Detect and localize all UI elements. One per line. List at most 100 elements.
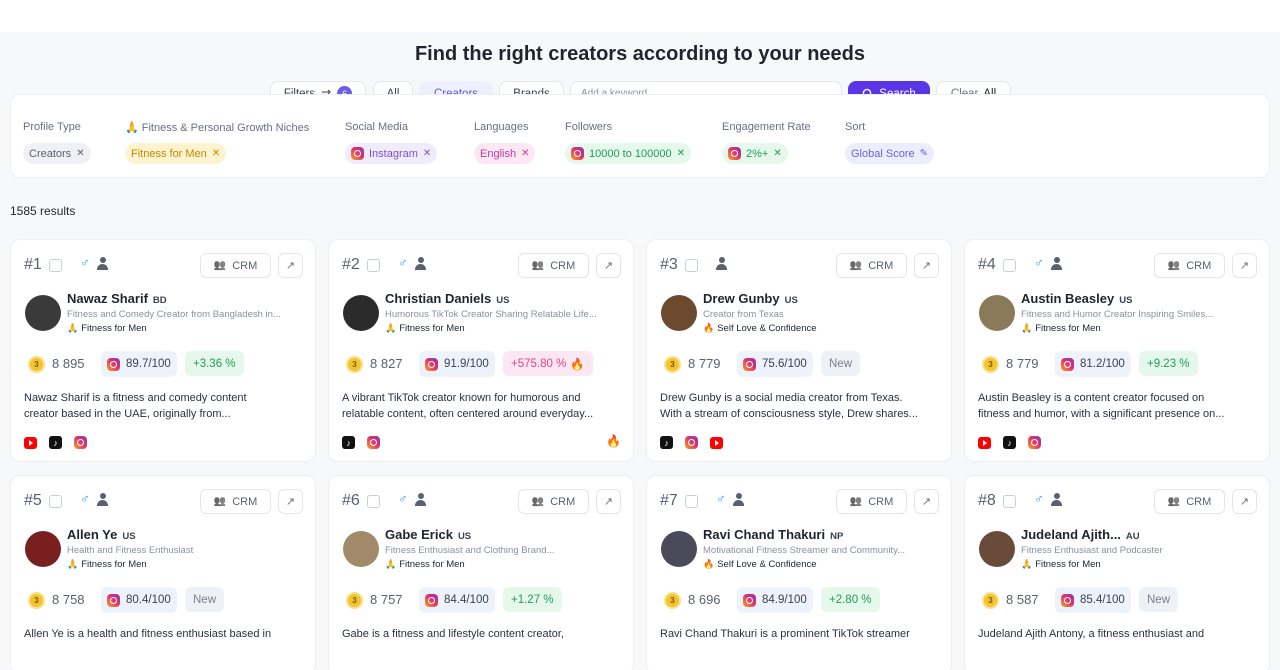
country-code: US [1119,295,1133,306]
crm-button[interactable]: 👥 CRM [1154,489,1225,514]
crm-button[interactable]: 👥 CRM [518,489,589,514]
filter-tag[interactable]: 10000 to 100000 ✕ [565,143,691,164]
creator-card[interactable]: #1 ♂ 👥 CRM ↗ Nawaz Sharif BD Fitness and Comedy… [10,239,316,462]
external-link-icon[interactable]: ↗ [1232,489,1257,514]
filter-tag[interactable]: 2%+ ✕ [722,143,788,164]
filter-tag-value: Instagram [369,147,418,160]
description-line: Judeland Ajith Antony, a fitness enthusi… [978,628,1205,640]
creator-name[interactable]: Drew Gunby US [703,291,798,306]
male-icon: ♂ [80,255,90,270]
tiktok-icon[interactable]: ♪ [1003,436,1016,449]
external-link-icon[interactable]: ↗ [278,253,303,278]
external-link-icon[interactable]: ↗ [914,253,939,278]
remove-filter-icon[interactable]: ✕ [773,148,781,159]
creator-name[interactable]: Gabe Erick US [385,527,471,542]
pencil-icon[interactable]: ✎ [920,148,928,159]
filter-label-text: Profile Type [23,121,81,133]
remove-filter-icon[interactable]: ✕ [677,148,685,159]
crm-button[interactable]: 👥 CRM [836,489,907,514]
niche-text: Fitness for Men [81,323,147,334]
creator-name[interactable]: Allen Ye US [67,527,136,542]
filter-label-text: Social Media [345,121,408,133]
avatar[interactable] [661,531,697,567]
filter-tag[interactable]: Global Score ✎ [845,143,934,164]
youtube-icon[interactable] [710,436,723,449]
tiktok-icon[interactable]: ♪ [49,436,62,449]
creator-name-text: Allen Ye [67,527,118,542]
creator-name[interactable]: Ravi Chand Thakuri NP [703,527,843,542]
score-coin-icon: 3 [346,356,363,373]
avatar[interactable] [343,531,379,567]
select-checkbox[interactable] [1003,495,1016,508]
external-link-icon[interactable]: ↗ [596,489,621,514]
creator-description: Allen Ye is a health and fitness enthusi… [24,626,306,642]
remove-filter-icon[interactable]: ✕ [521,148,529,159]
filter-tag[interactable]: Instagram ✕ [345,143,438,164]
filter-label: Languages [474,121,528,133]
niche-text: Fitness for Men [399,559,465,570]
external-link-icon[interactable]: ↗ [914,489,939,514]
global-score: 8 696 [688,592,721,607]
instagram-score-value: 85.4/100 [1080,594,1125,606]
filter-group: Social Media Instagram ✕ [345,121,438,164]
select-checkbox[interactable] [367,495,380,508]
instagram-icon[interactable] [367,436,380,449]
creator-name[interactable]: Nawaz Sharif BD [67,291,167,306]
avatar[interactable] [25,295,61,331]
crm-button[interactable]: 👥 CRM [200,253,271,278]
creator-card[interactable]: #8 ♂ 👥 CRM ↗ Judeland Ajith... AU Fitness Enthu… [964,475,1270,670]
external-link-icon[interactable]: ↗ [278,489,303,514]
crm-button[interactable]: 👥 CRM [836,253,907,278]
instagram-icon[interactable] [74,436,87,449]
crm-button[interactable]: 👥 CRM [518,253,589,278]
users-icon: 👥 [849,260,863,271]
youtube-icon[interactable] [24,436,37,449]
tiktok-icon[interactable]: ♪ [660,436,673,449]
creator-bio: Health and Fitness Enthusiast [67,545,194,556]
filter-tag[interactable]: Fitness for Men ✕ [125,143,227,164]
select-checkbox[interactable] [685,495,698,508]
creator-card[interactable]: #5 ♂ 👥 CRM ↗ Allen Ye US Health and Fitness Ent… [10,475,316,670]
avatar[interactable] [979,531,1015,567]
creator-description: Judeland Ajith Antony, a fitness enthusi… [978,626,1260,642]
male-icon: ♂ [1034,491,1044,506]
creator-card[interactable]: #7 ♂ 👥 CRM ↗ Ravi Chand Thakuri NP Motivational… [646,475,952,670]
crm-button[interactable]: 👥 CRM [200,489,271,514]
remove-filter-icon[interactable]: ✕ [212,148,220,159]
instagram-icon [571,147,584,160]
creator-card[interactable]: #6 ♂ 👥 CRM ↗ Gabe Erick US Fitness Enthusiast a… [328,475,634,670]
global-score: 8 779 [688,356,721,371]
select-checkbox[interactable] [49,259,62,272]
creator-name[interactable]: Judeland Ajith... AU [1021,527,1140,542]
avatar[interactable] [661,295,697,331]
crm-button[interactable]: 👥 CRM [1154,253,1225,278]
filter-tag[interactable]: Creators ✕ [23,143,91,164]
instagram-icon[interactable] [685,436,698,449]
avatar[interactable] [979,295,1015,331]
select-checkbox[interactable] [49,495,62,508]
avatar[interactable] [25,531,61,567]
external-link-icon[interactable]: ↗ [596,253,621,278]
creator-card[interactable]: #3 👥 CRM ↗ Drew Gunby US Creator from Texas 🔥 Se… [646,239,952,462]
remove-filter-icon[interactable]: ✕ [423,148,431,159]
youtube-icon[interactable] [978,436,991,449]
remove-filter-icon[interactable]: ✕ [76,148,84,159]
creator-card[interactable]: #2 ♂ 👥 CRM ↗ Christian Daniels US Humorous TikT… [328,239,634,462]
select-checkbox[interactable] [685,259,698,272]
tiktok-icon[interactable]: ♪ [342,436,355,449]
creator-name[interactable]: Christian Daniels US [385,291,509,306]
avatar[interactable] [343,295,379,331]
select-checkbox[interactable] [367,259,380,272]
praying-hands-icon: 🙏 [125,122,142,134]
niche-text: Fitness for Men [399,323,465,334]
person-icon [716,257,727,270]
instagram-score-value: 81.2/100 [1080,358,1125,370]
external-link-icon[interactable]: ↗ [1232,253,1257,278]
instagram-icon[interactable] [1028,436,1041,449]
person-body [415,500,426,506]
creator-name[interactable]: Austin Beasley US [1021,291,1132,306]
creator-card[interactable]: #4 ♂ 👥 CRM ↗ Austin Beasley US Fitness and Humo… [964,239,1270,462]
select-checkbox[interactable] [1003,259,1016,272]
praying-hands-icon: 🙏 [67,559,79,569]
filter-tag[interactable]: English ✕ [474,143,536,164]
